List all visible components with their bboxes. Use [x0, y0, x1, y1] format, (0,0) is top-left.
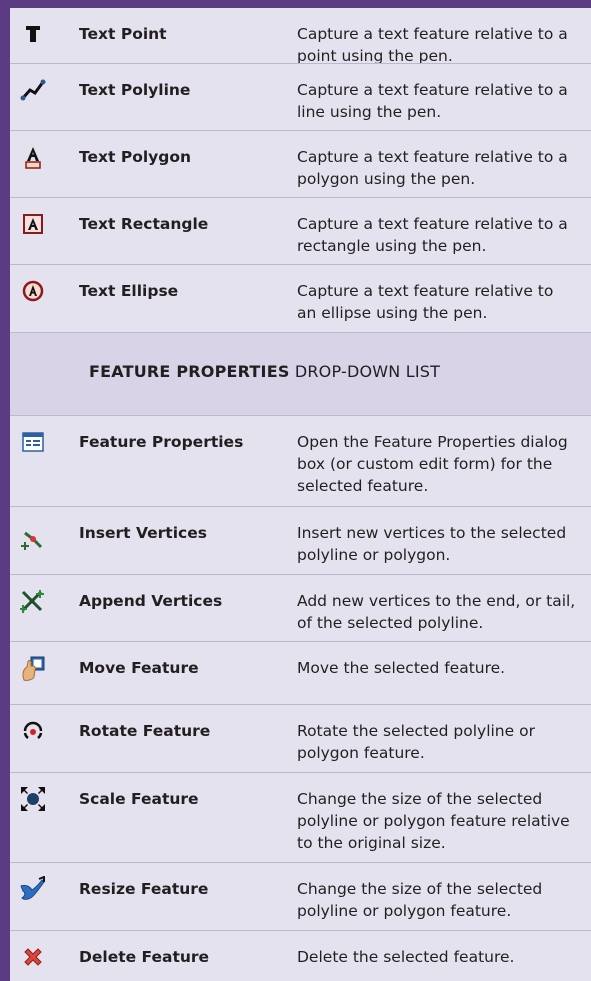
- text-polygon-icon: [20, 145, 46, 169]
- tool-description: Move the selected feature.: [297, 659, 506, 677]
- left-sidebar-band: [0, 0, 10, 981]
- table-row: Append Vertices Add new vertices to the …: [10, 574, 591, 641]
- delete-feature-icon: [20, 945, 46, 969]
- feature-properties-icon: [20, 430, 46, 454]
- table-row: Feature Properties Open the Feature Prop…: [10, 416, 591, 506]
- move-feature-icon: [20, 656, 46, 681]
- tool-name: Delete Feature: [79, 948, 210, 966]
- rotate-feature-icon: [20, 719, 46, 743]
- table-row: Scale Feature Change the size of the sel…: [10, 772, 591, 862]
- tool-description: Capture a text feature relative to a rect…: [297, 215, 568, 255]
- top-border-strip: [10, 0, 591, 8]
- tool-description: Delete the selected feature.: [297, 948, 515, 966]
- tool-name: Text Point: [79, 25, 167, 43]
- tool-description: Insert new vertices to the selected polyl…: [297, 524, 567, 564]
- tool-name: Text Rectangle: [79, 215, 209, 233]
- table-row: Text Polyline Capture a text feature rel…: [10, 63, 591, 130]
- table-row: Text Point Capture a text feature relati…: [10, 8, 591, 65]
- text-polyline-icon: [20, 78, 46, 102]
- tool-name: Text Ellipse: [79, 282, 179, 300]
- tool-name: Move Feature: [79, 659, 199, 677]
- table-row: Move Feature Move the selected feature.: [10, 641, 591, 704]
- tool-name: Append Vertices: [79, 592, 223, 610]
- insert-vertices-icon: [20, 527, 46, 551]
- tool-name: Text Polyline: [79, 81, 191, 99]
- scale-feature-icon: [20, 787, 46, 811]
- tool-name: Text Polygon: [79, 148, 192, 166]
- tool-description: Capture a text feature relative to a poly…: [297, 148, 568, 188]
- tool-name: Feature Properties: [79, 433, 244, 451]
- tool-description: Rotate the selected polyline or polygon f…: [297, 722, 535, 762]
- text-point-icon: [20, 22, 46, 46]
- tool-name: Insert Vertices: [79, 524, 207, 542]
- section-header: FEATURE PROPERTIES DROP-DOWN LIST: [10, 332, 591, 416]
- tool-name: Scale Feature: [79, 790, 199, 808]
- tool-name: Rotate Feature: [79, 722, 211, 740]
- append-vertices-icon: [20, 589, 46, 613]
- section-title: FEATURE PROPERTIES DROP-DOWN LIST: [89, 362, 441, 381]
- table-row: Rotate Feature Rotate the selected polyl…: [10, 704, 591, 772]
- tool-description: Change the size of the selected polyline …: [297, 880, 543, 920]
- resize-feature-icon: [20, 876, 46, 901]
- text-rectangle-icon: [20, 212, 46, 236]
- tool-description: Capture a text feature relative to a line…: [297, 81, 568, 121]
- tool-description: Add new vertices to the end, or tail, of …: [297, 592, 576, 632]
- table-row: Text Rectangle Capture a text feature re…: [10, 197, 591, 264]
- tool-description: Capture a text feature relative to an ell…: [297, 282, 554, 322]
- table-row: Resize Feature Change the size of the se…: [10, 862, 591, 930]
- tool-name: Resize Feature: [79, 880, 209, 898]
- text-ellipse-icon: [20, 279, 46, 303]
- table-row: Text Ellipse Capture a text feature rela…: [10, 264, 591, 332]
- table-row: Insert Vertices Insert new vertices to t…: [10, 506, 591, 574]
- tool-description: Change the size of the selected polyline …: [297, 790, 570, 852]
- table-row: Delete Feature Delete the selected featu…: [10, 930, 591, 981]
- tool-description: Open the Feature Properties dialog box (o…: [297, 433, 568, 495]
- table-row: Text Polygon Capture a text feature rela…: [10, 130, 591, 197]
- tool-description: Capture a text feature relative to a poin…: [297, 25, 568, 65]
